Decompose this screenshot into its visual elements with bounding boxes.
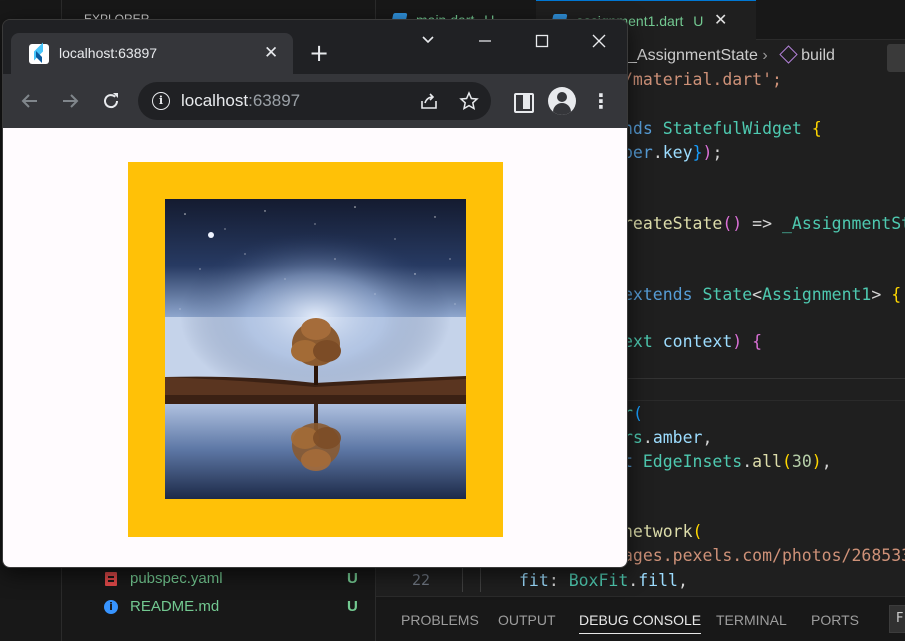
browser-toolbar: i localhost:63897 ⋮: [3, 74, 627, 128]
code-line: rs.amber,: [623, 428, 713, 447]
close-tab-icon[interactable]: ✕: [264, 33, 278, 74]
browser-window: localhost:63897 ✕ + i localhost:63897 ⋮: [2, 19, 628, 568]
file-pubspec[interactable]: pubspec.yaml U: [62, 567, 376, 591]
amber-container: [128, 162, 503, 537]
tab-title: localhost:63897: [59, 45, 158, 61]
forward-arrow-icon[interactable]: [55, 86, 85, 116]
code-line: per.key});: [623, 143, 723, 162]
side-panel-icon[interactable]: [509, 87, 537, 115]
tab-search-icon[interactable]: [405, 28, 451, 58]
page-viewport: [3, 128, 627, 567]
code-line: nds StatefulWidget {: [623, 119, 822, 138]
profile-avatar-icon[interactable]: [548, 87, 576, 115]
bottom-panel: PROBLEMS OUTPUT DEBUG CONSOLE TERMINAL P…: [376, 596, 905, 641]
yaml-file-icon: [105, 572, 117, 586]
back-arrow-icon[interactable]: [15, 86, 45, 116]
code-line: t EdgeInsets.all(30),: [623, 452, 832, 471]
bookmark-star-icon[interactable]: [456, 82, 482, 120]
new-tab-icon[interactable]: +: [305, 37, 333, 69]
site-info-icon[interactable]: i: [152, 92, 170, 110]
git-status-badge: U: [347, 598, 358, 615]
url-text: localhost:63897: [181, 91, 301, 110]
file-readme[interactable]: i README.md U: [62, 595, 376, 619]
address-bar[interactable]: i localhost:63897: [138, 82, 491, 120]
info-icon: i: [104, 600, 118, 614]
code-line: fit: BoxFit.fill,: [519, 571, 688, 590]
indent-guide: [480, 568, 481, 592]
maximize-icon[interactable]: [519, 28, 565, 58]
file-name: README.md: [130, 598, 220, 615]
code-line: extends State<Assignment1> {: [623, 285, 902, 304]
code-line: ext context) {: [623, 332, 763, 351]
git-status-badge: U: [347, 570, 358, 587]
tab-status: U: [693, 13, 704, 29]
minimize-icon[interactable]: [462, 28, 508, 58]
tab-problems[interactable]: PROBLEMS: [401, 597, 479, 641]
share-icon[interactable]: [416, 82, 442, 120]
code-line: network(: [623, 522, 703, 541]
tab-ports[interactable]: PORTS: [811, 597, 859, 641]
close-icon[interactable]: ✕: [714, 1, 727, 41]
file-name: pubspec.yaml: [130, 570, 223, 587]
indent-guide: [462, 568, 463, 592]
chevron-right-icon: ›: [762, 47, 773, 64]
title-bar: localhost:63897 ✕ +: [3, 20, 627, 74]
panel-filter-box[interactable]: F: [889, 605, 905, 633]
method-cube-icon: [779, 45, 798, 64]
code-line: /material.dart';: [623, 70, 782, 89]
close-window-icon[interactable]: [576, 28, 622, 58]
network-image: [165, 199, 466, 499]
code-line: ages.pexels.com/photos/268533: [623, 546, 905, 565]
browser-tab[interactable]: localhost:63897 ✕: [11, 33, 293, 74]
tab-terminal[interactable]: TERMINAL: [716, 597, 787, 641]
tab-output[interactable]: OUTPUT: [498, 597, 556, 641]
reload-icon[interactable]: [96, 86, 126, 116]
line-gutter: 22: [376, 568, 486, 592]
breadcrumb-class[interactable]: _AssignmentState: [628, 47, 758, 64]
more-menu-icon[interactable]: ⋮: [587, 87, 615, 115]
line-number: 22: [411, 571, 430, 589]
flutter-logo-icon: [29, 44, 49, 64]
tab-debug-console[interactable]: DEBUG CONSOLE: [579, 597, 702, 641]
code-line: reateState() => _AssignmentSta: [623, 214, 905, 233]
breadcrumb-method[interactable]: build: [801, 47, 835, 64]
